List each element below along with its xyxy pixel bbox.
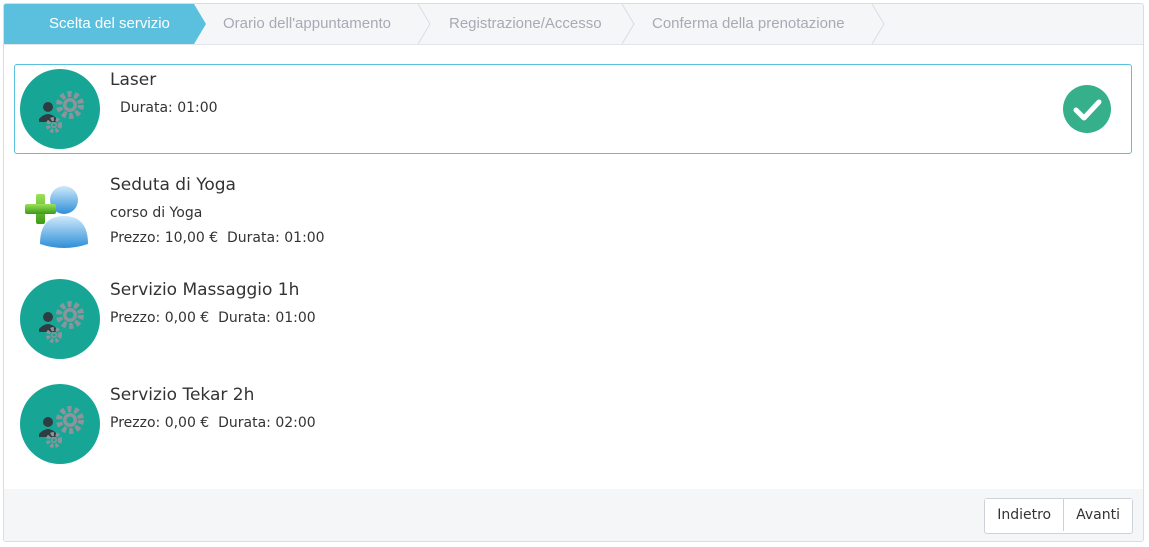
- user-add-icon: [25, 186, 88, 248]
- service-details: Prezzo: 0,00 € Durata: 02:00: [110, 415, 316, 431]
- step-label: Registrazione/Accesso: [449, 15, 602, 32]
- step-label: Scelta del servizio: [49, 15, 170, 32]
- wizard-footer: Indietro Avanti: [4, 489, 1143, 541]
- service-description: corso di Yoga: [110, 205, 203, 221]
- wizard-steps: Scelta del servizio Orario dell'appuntam…: [4, 4, 1143, 45]
- step-active-arrow: [194, 4, 206, 44]
- service-name: Laser: [110, 70, 157, 90]
- service-details: Prezzo: 10,00 € Durata: 01:00: [110, 230, 325, 246]
- step-label: Conferma della prenotazione: [652, 15, 845, 32]
- step-label: Orario dell'appuntamento: [223, 15, 391, 32]
- gears-user-icon: [20, 69, 100, 149]
- gears-user-icon: [20, 279, 100, 359]
- nav-button-group: Indietro Avanti: [984, 498, 1133, 534]
- service-item-laser[interactable]: Laser Durata: 01:00: [14, 64, 1132, 154]
- step-separator-arrow: [418, 4, 431, 44]
- service-item-massaggio[interactable]: Servizio Massaggio 1h Prezzo: 0,00 € Dur…: [14, 274, 1132, 364]
- check-icon: [1063, 85, 1111, 133]
- back-button[interactable]: Indietro: [985, 499, 1064, 531]
- step-separator-arrow: [872, 4, 885, 44]
- step-appointment-time[interactable]: Orario dell'appuntamento: [208, 4, 418, 44]
- step-registration-login[interactable]: Registrazione/Accesso: [432, 4, 622, 44]
- booking-wizard: Scelta del servizio Orario dell'appuntam…: [3, 3, 1144, 542]
- service-name: Seduta di Yoga: [110, 175, 236, 195]
- service-details: Prezzo: 0,00 € Durata: 01:00: [110, 310, 316, 326]
- service-item-tekar[interactable]: Servizio Tekar 2h Prezzo: 0,00 € Durata:…: [14, 379, 1132, 469]
- service-item-yoga[interactable]: Seduta di Yoga corso di Yoga Prezzo: 10,…: [14, 169, 1132, 259]
- step-service-selection[interactable]: Scelta del servizio: [4, 4, 194, 44]
- gears-user-icon: [20, 384, 100, 464]
- next-button[interactable]: Avanti: [1063, 499, 1132, 531]
- step-booking-confirmation[interactable]: Conferma della prenotazione: [636, 4, 872, 44]
- service-name: Servizio Massaggio 1h: [110, 280, 300, 300]
- service-name: Servizio Tekar 2h: [110, 385, 255, 405]
- step-separator-arrow: [622, 4, 635, 44]
- service-details: Durata: 01:00: [120, 100, 218, 116]
